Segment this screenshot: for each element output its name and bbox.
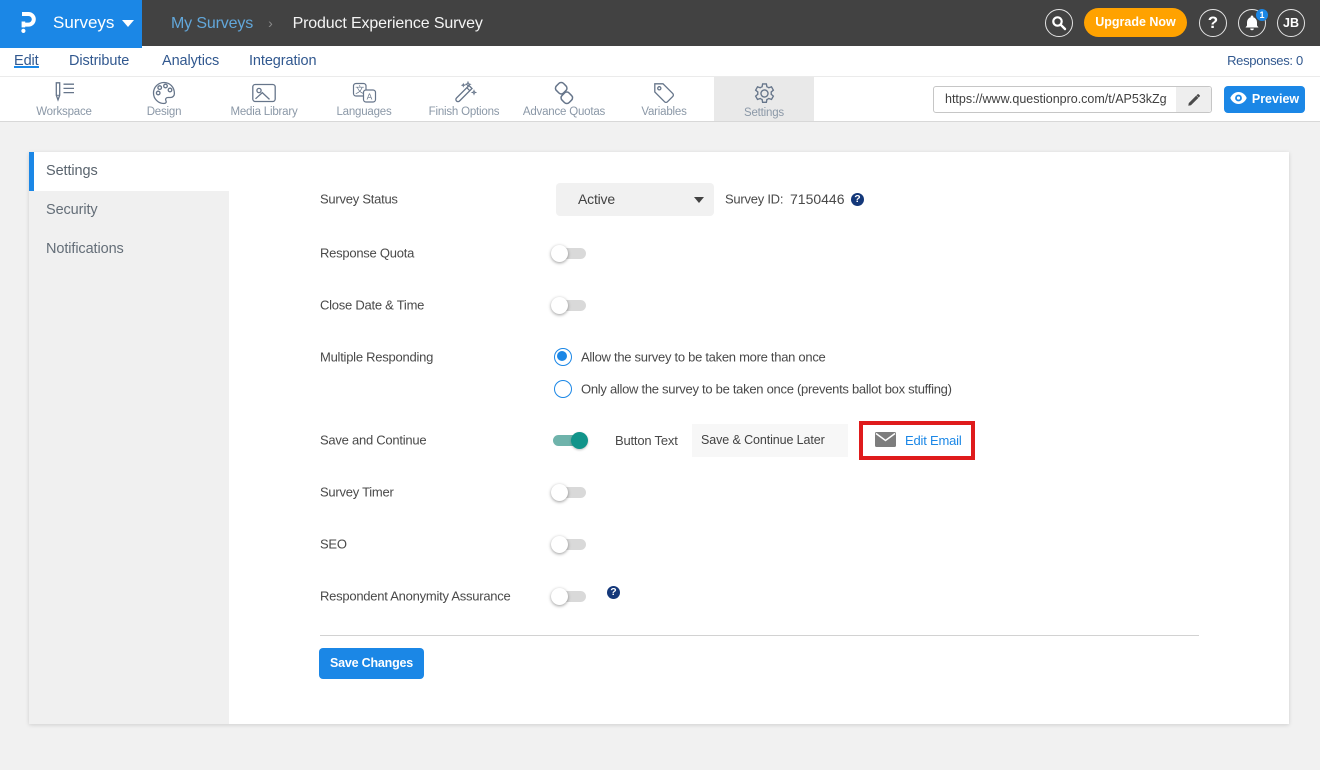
- svg-text:文: 文: [355, 84, 364, 95]
- svg-text:A: A: [366, 92, 372, 102]
